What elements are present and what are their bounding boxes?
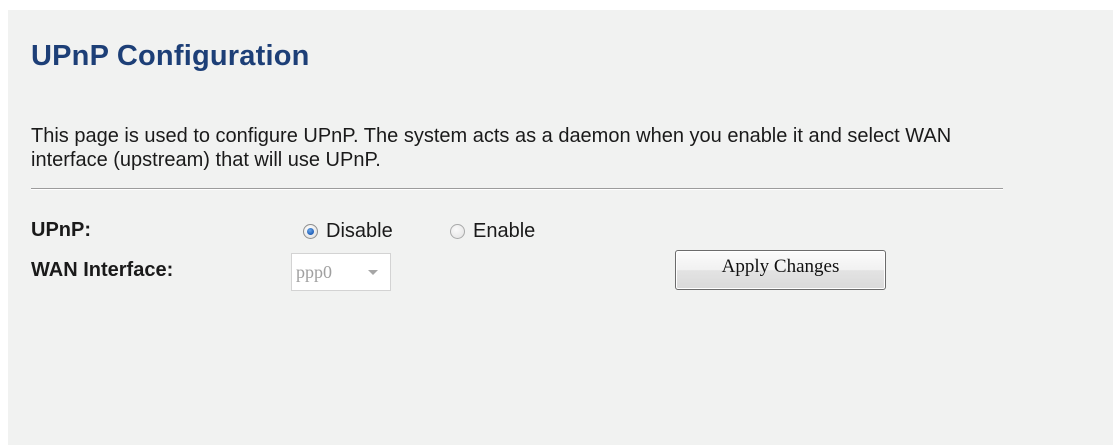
wan-interface-label: WAN Interface: xyxy=(31,259,174,281)
upnp-label: UPnP: xyxy=(31,219,91,241)
radio-checked-icon[interactable] xyxy=(303,223,318,239)
chevron-down-icon xyxy=(368,270,378,275)
page-description: This page is used to configure UPnP. The… xyxy=(31,125,952,171)
apply-changes-button[interactable]: Apply Changes xyxy=(675,250,886,290)
page: UPnP Configuration This page is used to … xyxy=(0,0,1113,445)
upnp-disable-radio[interactable]: Disable xyxy=(303,218,393,244)
upnp-disable-label: Disable xyxy=(326,219,393,242)
wan-interface-value: ppp0 xyxy=(296,261,332,282)
wan-interface-select[interactable]: ppp0 xyxy=(291,253,391,291)
page-title: UPnP Configuration xyxy=(31,40,310,72)
radio-unchecked-icon[interactable] xyxy=(450,223,465,239)
upnp-enable-label: Enable xyxy=(473,219,536,242)
upnp-enable-radio[interactable]: Enable xyxy=(450,218,535,244)
divider xyxy=(31,188,1003,190)
content-panel xyxy=(8,10,1113,445)
